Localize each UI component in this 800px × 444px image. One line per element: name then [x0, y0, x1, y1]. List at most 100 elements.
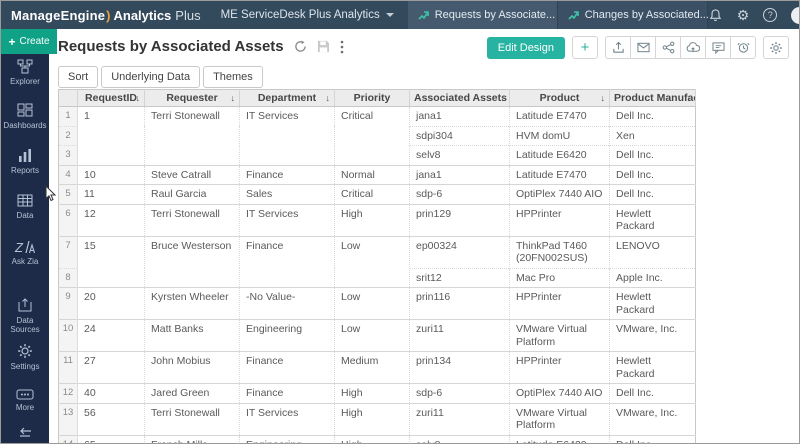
- sort-arrow-icon: ↓: [500, 93, 506, 103]
- cell-product-manufacturer: Dell Inc.: [609, 164, 696, 185]
- cell-product: HPPrinter: [509, 351, 610, 384]
- sidebar-item-more[interactable]: More: [1, 389, 49, 412]
- cell-department: IT Services: [239, 106, 335, 165]
- table-row[interactable]: 13 56 Terri Stonewall IT Services High zuri11…: [58, 402, 696, 435]
- export-icon[interactable]: [605, 36, 631, 59]
- cell-product: OptiPlex 7440 AIO: [509, 184, 610, 204]
- table-row[interactable]: 12 40 Jared Green Finance High sdp-6 OptiPlex …: [58, 383, 696, 403]
- report-tabs: Requests by Associate... × Changes by As…: [407, 1, 709, 29]
- sort-arrow-icon: ↓: [600, 93, 606, 103]
- cell-product: HPPrinter: [509, 203, 610, 236]
- column-header-priority[interactable]: Priority: [334, 89, 410, 107]
- avatar[interactable]: [791, 6, 799, 24]
- tab-requests-by-associated[interactable]: Requests by Associate... ×: [407, 1, 570, 29]
- table-row[interactable]: 11 27 John Mobius Finance Medium prin134 HPPri…: [58, 351, 696, 384]
- refresh-icon[interactable]: [294, 40, 307, 53]
- sidebar-item-label: Data: [16, 211, 34, 220]
- table-row[interactable]: 6 12 Terri Stonewall IT Services High prin129…: [58, 203, 696, 236]
- cell-product-manufacturer: VMware, Inc.: [609, 319, 696, 352]
- sidebar-item-data-sources[interactable]: Data Sources: [1, 297, 49, 334]
- edit-design-button[interactable]: Edit Design: [486, 36, 565, 59]
- column-header-requester[interactable]: Requester ↓: [144, 89, 240, 107]
- cell-requestid: 24: [77, 319, 145, 352]
- table-row[interactable]: 7 15 Bruce Westerson Finance Low ep00324 Think…: [58, 235, 696, 288]
- sidebar-item-label: Explorer: [10, 77, 40, 86]
- cell-product-manufacturer: Dell Inc.: [609, 434, 696, 443]
- cell-associated-asset: selv8: [409, 145, 510, 165]
- column-header-product[interactable]: Product ↓: [509, 89, 610, 107]
- themes-button[interactable]: Themes: [203, 66, 263, 88]
- ask-zia-icon: Z: [14, 240, 36, 254]
- cell-requester: Raul Garcia: [144, 184, 240, 204]
- table-row[interactable]: 10 24 Matt Banks Engineering Low zuri11 VMware…: [58, 319, 696, 352]
- comment-icon[interactable]: [705, 36, 731, 59]
- report-toolbar: [605, 36, 756, 59]
- create-button[interactable]: + Create: [1, 29, 57, 54]
- column-header-requestid[interactable]: RequestID ↓: [77, 89, 145, 107]
- cell-department: Engineering: [239, 434, 335, 443]
- svg-text:Z: Z: [14, 240, 24, 254]
- cell-priority: Normal: [334, 164, 410, 185]
- help-icon[interactable]: ?: [763, 8, 778, 22]
- settings-icon[interactable]: [763, 36, 789, 59]
- sidebar-item-settings[interactable]: Settings: [1, 343, 49, 371]
- cell-associated-asset: srit12: [409, 267, 510, 288]
- sidebar-item-data[interactable]: Data: [1, 193, 49, 220]
- cell-product: Latitude E6420: [509, 434, 610, 443]
- cell-priority: High: [334, 434, 410, 443]
- cell-product-manufacturer: Hewlett Packard: [609, 287, 696, 320]
- cell-priority: Medium: [334, 351, 410, 384]
- cell-product-manufacturer: LENOVO: [609, 235, 696, 268]
- cell-product: Latitude E7470: [509, 106, 610, 126]
- gear-icon[interactable]: ⚙: [737, 8, 750, 22]
- table-row[interactable]: 5 11 Raul Garcia Sales Critical sdp-6 OptiPlex…: [58, 184, 696, 204]
- sidebar-item-label: Dashboards: [3, 121, 47, 130]
- workspace-dropdown[interactable]: ME ServiceDesk Plus Analytics: [221, 9, 394, 21]
- settings-gear-icon: [18, 344, 32, 358]
- row-number: 6: [58, 203, 78, 236]
- alert-icon[interactable]: [730, 36, 756, 59]
- reports-icon: [19, 149, 31, 162]
- workspace-name: ME ServiceDesk Plus Analytics: [220, 9, 380, 21]
- sidebar-item-label: Settings: [10, 362, 40, 371]
- row-number: 5: [58, 184, 78, 204]
- cell-priority: Critical: [334, 106, 410, 165]
- cell-priority: Low: [334, 319, 410, 352]
- column-header-department[interactable]: Department ↓: [239, 89, 335, 107]
- page-title: Requests by Associated Assets: [58, 38, 284, 55]
- cell-product: HPPrinter: [509, 287, 610, 320]
- sidebar-collapse-button[interactable]: [1, 427, 49, 439]
- table-row[interactable]: 1 1 Terri Stonewall IT Services Critical jana…: [58, 106, 696, 165]
- sidebar-item-label: Data Sources: [10, 316, 40, 334]
- row-number: 9: [58, 287, 78, 320]
- cell-associated-asset: sdpi304: [409, 125, 510, 146]
- cell-associated-asset: prin134: [409, 351, 510, 384]
- table-row[interactable]: 1465French MillsEngineeringHighselv8Lati…: [58, 434, 696, 443]
- column-header-product-manufac[interactable]: Product Manufac ↓: [609, 89, 696, 107]
- row-number: 4: [58, 164, 78, 185]
- sidebar-item-reports[interactable]: Reports: [1, 148, 49, 175]
- save-icon[interactable]: [317, 40, 330, 53]
- cell-department: IT Services: [239, 203, 335, 236]
- table-row[interactable]: 4 10 Steve Catrall Finance Normal jana1 Latitu…: [58, 164, 696, 185]
- cell-associated-asset: prin129: [409, 203, 510, 236]
- sort-button[interactable]: Sort: [58, 66, 99, 88]
- cell-department: Sales: [239, 184, 335, 204]
- sidebar: + Create Explorer Dashboards Reports Dat…: [1, 29, 57, 443]
- sidebar-item-explorer[interactable]: Explorer: [1, 59, 49, 86]
- sidebar-item-dashboards[interactable]: Dashboards: [1, 103, 49, 130]
- sidebar-item-ask-zia[interactable]: Z Ask Zia: [1, 240, 49, 266]
- share-icon[interactable]: [655, 36, 681, 59]
- bell-icon[interactable]: [708, 8, 723, 23]
- underlying-data-button[interactable]: Underlying Data: [101, 66, 201, 88]
- kebab-menu-icon[interactable]: [340, 40, 344, 54]
- email-icon[interactable]: [630, 36, 656, 59]
- table-row[interactable]: 9 20 Kyrsten Wheeler -No Value- Low prin116 HP…: [58, 287, 696, 320]
- cell-product: Latitude E7470: [509, 164, 610, 185]
- publish-icon[interactable]: [680, 36, 706, 59]
- tab-changes-by-associated[interactable]: Changes by Associated...: [557, 1, 709, 29]
- add-button[interactable]: +: [572, 36, 598, 59]
- column-header-associated-assets[interactable]: Associated Assets ↓: [409, 89, 510, 107]
- row-number: 12: [58, 383, 78, 403]
- table-corner-cell: [58, 89, 78, 107]
